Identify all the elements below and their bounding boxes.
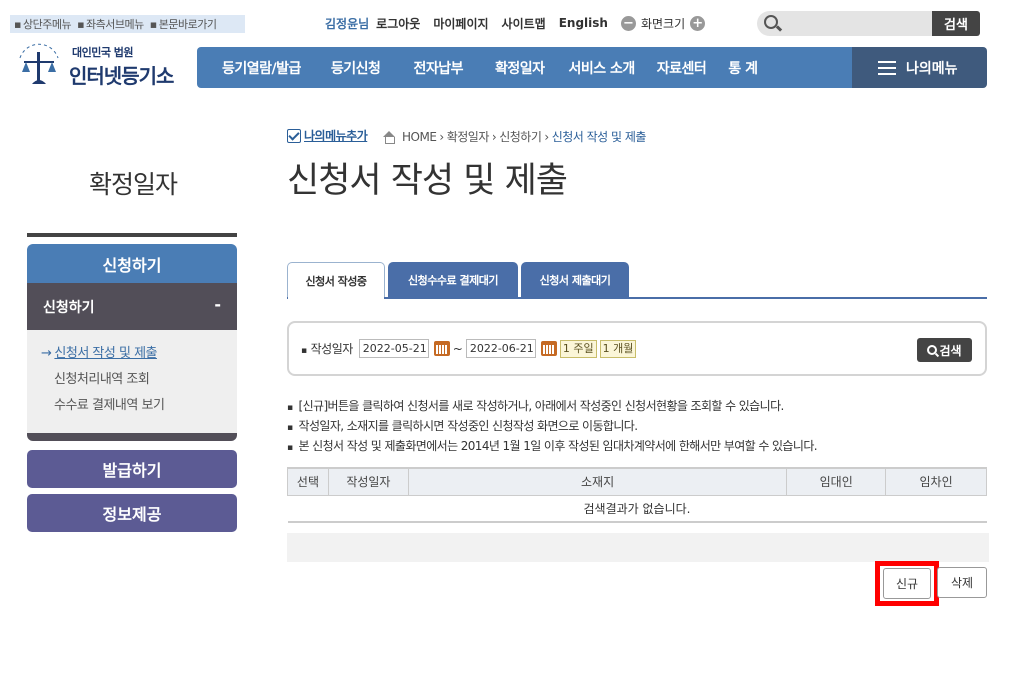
gnb-statistics[interactable]: 통 계	[728, 58, 758, 78]
col-lessor: 임대인	[786, 467, 887, 496]
breadcrumb-current: 신청서 작성 및 제출	[551, 130, 647, 144]
gnb-apply[interactable]: 등기신청	[331, 58, 381, 78]
hamburger-icon	[878, 60, 896, 75]
collapse-icon[interactable]: -	[214, 295, 221, 314]
breadcrumb-home[interactable]: HOME	[402, 130, 437, 144]
breadcrumb-fixed-date[interactable]: 확정일자	[447, 128, 490, 145]
lnb-sub-apply[interactable]: 신청하기 -	[27, 283, 237, 330]
gnb-service[interactable]: 서비스 소개	[569, 58, 636, 78]
breadcrumb-sep-icon: ›	[544, 129, 549, 144]
lnb-divider	[27, 233, 237, 237]
font-size-label: 화면크기	[640, 16, 686, 31]
logout-link[interactable]: 로그아웃	[376, 15, 420, 32]
lnb-sub-list: 신청서 작성 및 제출 신청처리내역 조회 수수료 결제내역 보기	[27, 330, 237, 441]
tab-active-gap	[288, 297, 384, 299]
skip-link-top-menu[interactable]: 상단주메뉴	[14, 16, 72, 32]
application-table: 선택 작성일자 소재지 임대인 임차인 검색결과가 없습니다.	[287, 467, 987, 523]
zoom-in-icon[interactable]: +	[690, 15, 706, 31]
my-menu-label: 나의메뉴	[906, 60, 958, 77]
col-address: 소재지	[407, 467, 788, 496]
site-search-input[interactable]	[785, 13, 925, 33]
lnb-section-info[interactable]: 정보제공	[27, 494, 237, 532]
lnb-item-history[interactable]: 신청처리내역 조회	[27, 372, 237, 398]
site-logo[interactable]: 대인민국 법원 인터넷등기소	[12, 36, 187, 92]
guide-note: 작성일자, 소재지를 클릭하시면 작성중인 신청작성 화면으로 이동합니다.	[287, 418, 817, 438]
skip-link-content[interactable]: 본문바로가기	[150, 16, 217, 32]
empty-result-text: 검색결과가 없습니다.	[287, 495, 987, 523]
checkbox-icon	[287, 128, 301, 143]
search-icon	[927, 345, 938, 355]
add-my-menu-label: 나의메뉴추가	[304, 129, 368, 143]
new-button-highlight: 신규	[875, 561, 939, 606]
site-search-button[interactable]: 검색	[932, 11, 980, 36]
util-bar: 김정윤님 로그아웃 마이페이지 사이트맵 English − 화면크기 +	[325, 12, 706, 34]
tab-fee-pending[interactable]: 신청수수료 결제대기	[388, 262, 518, 298]
table-header-row: 선택 작성일자 소재지 임대인 임차인	[287, 467, 987, 496]
lnb-title: 확정일자	[88, 170, 178, 199]
gnb-data-center[interactable]: 자료센터	[657, 58, 707, 78]
gnb-fixed-date[interactable]: 확정일자	[495, 58, 545, 78]
gnb-view-issue[interactable]: 등기열람/발급	[222, 58, 301, 78]
guide-notes: [신규]버튼을 클릭하여 신청서를 새로 작성하거나, 아래에서 작성중인 신청…	[287, 398, 818, 458]
home-icon	[382, 130, 396, 144]
pagination-bar	[287, 533, 989, 562]
date-label: 작성일자	[301, 340, 354, 357]
lnb-section-apply[interactable]: 신청하기	[27, 244, 237, 283]
lnb-section-issue[interactable]: 발급하기	[27, 450, 237, 488]
period-month-button[interactable]: 1 개월	[599, 339, 637, 358]
site-search	[757, 11, 932, 36]
lnb-sub-apply-label: 신청하기	[43, 299, 95, 316]
period-week-button[interactable]: 1 주일	[559, 339, 597, 358]
delete-button[interactable]: 삭제	[937, 567, 987, 598]
gnb-payment[interactable]: 전자납부	[413, 58, 463, 78]
zoom-out-icon[interactable]: −	[620, 15, 636, 31]
date-from-field[interactable]: 2022-05-21	[358, 339, 429, 358]
skip-link-left-menu[interactable]: 좌측서브메뉴	[77, 16, 144, 32]
sitemap-link[interactable]: 사이트맵	[502, 15, 546, 32]
page-title: 신청서 작성 및 제출	[287, 161, 568, 201]
tab-submit-pending[interactable]: 신청서 제출대기	[521, 262, 629, 298]
date-search-label: 검색	[939, 343, 962, 358]
date-search-button[interactable]: 검색	[917, 338, 972, 362]
new-button[interactable]: 신규	[883, 568, 931, 599]
lnb-item-write-submit[interactable]: 신청서 작성 및 제출	[27, 346, 237, 372]
logo-site-name: 인터넷등기소	[69, 64, 174, 88]
col-lessee: 임차인	[885, 467, 987, 496]
user-name: 김정윤님	[325, 16, 370, 31]
date-search-form: 작성일자 2022-05-21 ~ 2022-06-21 1 주일 1 개월 검…	[287, 321, 987, 376]
logo-court-text: 대인민국 법원	[72, 46, 134, 59]
tab-writing[interactable]: 신청서 작성중	[287, 262, 385, 298]
my-menu-button[interactable]: 나의메뉴	[852, 47, 987, 88]
guide-note: [신규]버튼을 클릭하여 신청서를 새로 작성하거나, 아래에서 작성중인 신청…	[287, 398, 817, 418]
date-to-field[interactable]: 2022-06-21	[465, 339, 536, 358]
breadcrumb: HOME › 확정일자 › 신청하기 › 신청서 작성 및 제출	[382, 128, 646, 145]
calendar-icon[interactable]	[540, 341, 557, 356]
calendar-icon[interactable]	[433, 341, 450, 356]
mypage-link[interactable]: 마이페이지	[433, 15, 488, 32]
english-link[interactable]: English	[559, 16, 608, 30]
breadcrumb-sep-icon: ›	[491, 129, 497, 144]
breadcrumb-sep-icon: ›	[439, 129, 444, 144]
tab-bar: 신청서 작성중 신청수수료 결제대기 신청서 제출대기	[287, 262, 629, 298]
lnb-item-fee-history[interactable]: 수수료 결제내역 보기	[27, 398, 237, 424]
date-range-separator: ~	[452, 341, 463, 356]
col-date: 작성일자	[327, 467, 409, 496]
skip-links: 상단주메뉴 좌측서브메뉴 본문바로가기	[10, 15, 245, 33]
global-nav: 등기열람/발급 등기신청 전자납부 확정일자 서비스 소개 자료센터 통 계	[197, 47, 852, 88]
guide-note: 본 신청서 작성 및 제출화면에서는 2014년 1월 1일 이후 작성된 임대…	[287, 438, 818, 458]
add-my-menu-link[interactable]: 나의메뉴추가	[287, 127, 368, 144]
tab-underline	[287, 297, 987, 299]
search-icon	[764, 15, 778, 29]
table-row: 검색결과가 없습니다.	[287, 495, 987, 523]
breadcrumb-apply[interactable]: 신청하기	[499, 128, 542, 145]
col-select: 선택	[287, 467, 329, 496]
court-emblem-icon	[19, 43, 59, 84]
